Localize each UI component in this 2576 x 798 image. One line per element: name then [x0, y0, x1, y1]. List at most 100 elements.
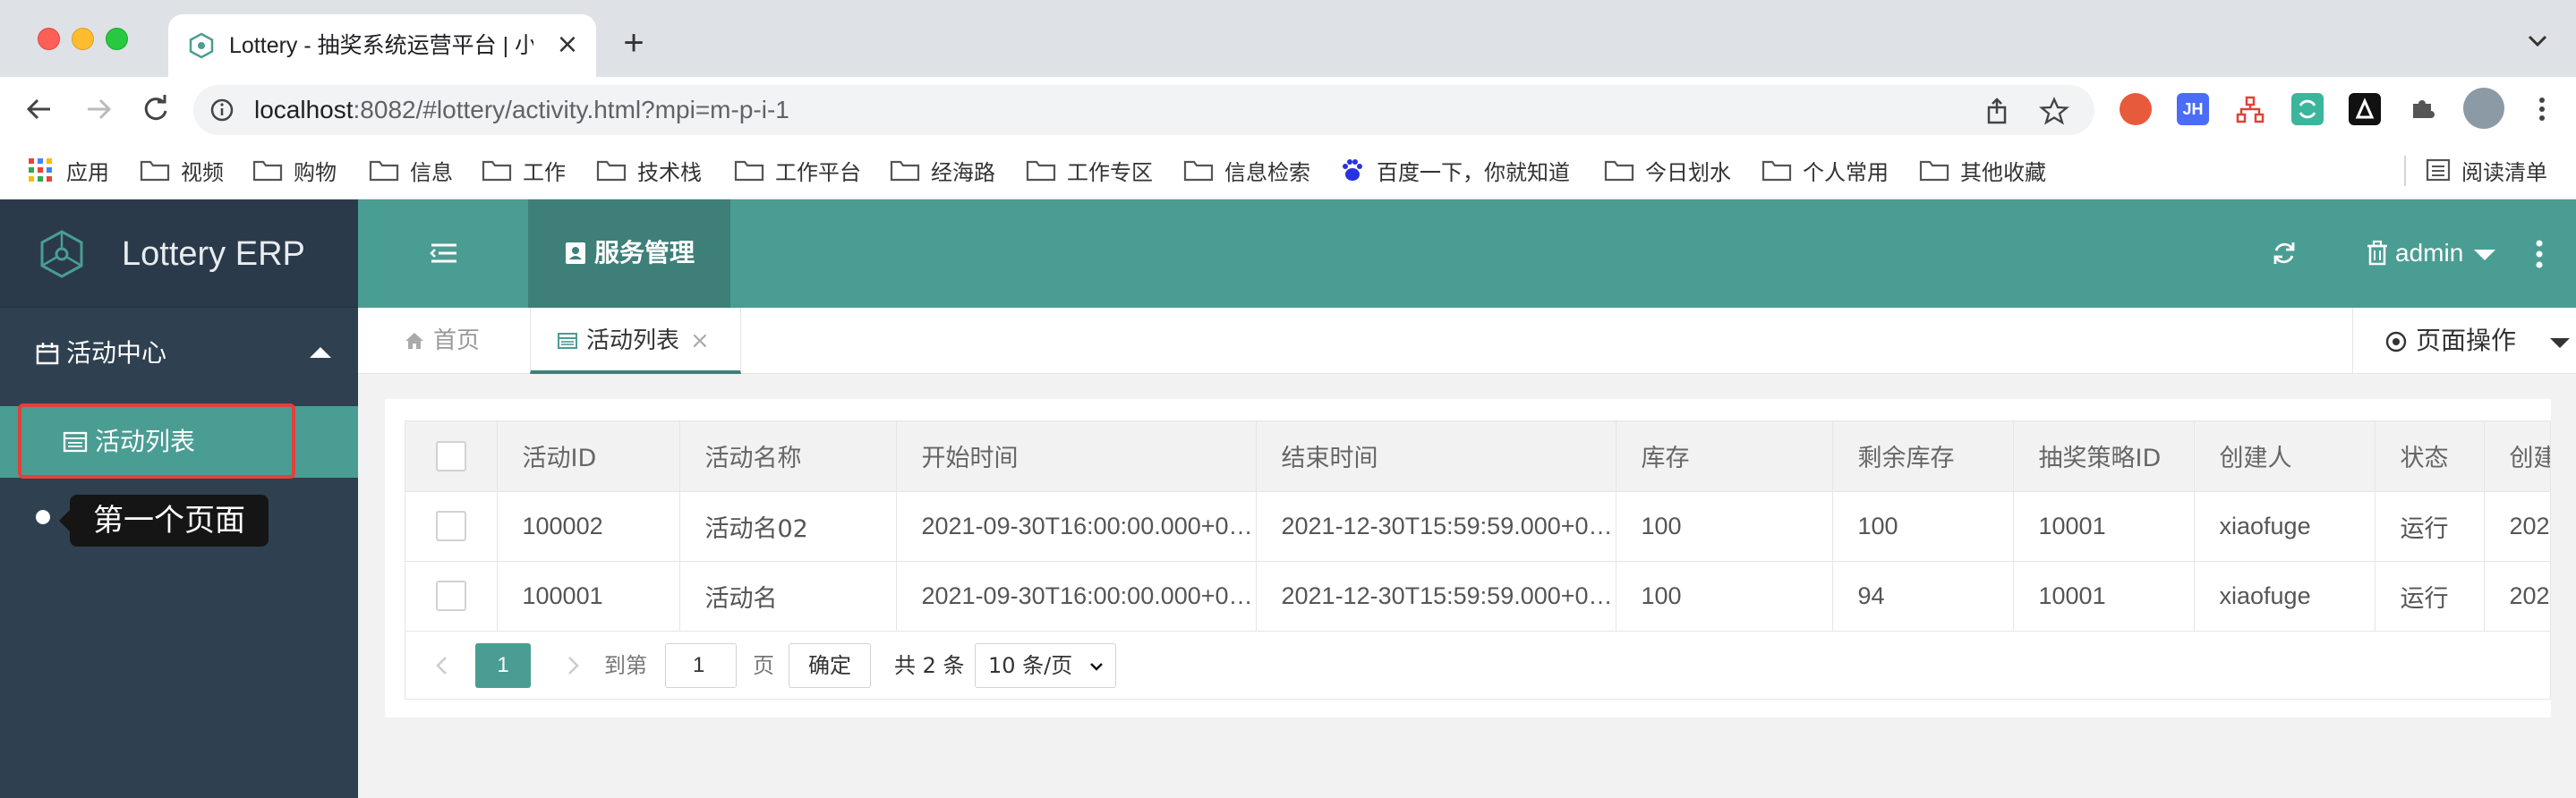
- cell-strategy-id: 10001: [2013, 561, 2195, 632]
- browser-tab[interactable]: Lottery - 抽奖系统运营平台 | 小傅哥 ×: [168, 14, 596, 77]
- column-header[interactable]: 活动ID: [497, 421, 680, 492]
- bookmark-folder[interactable]: 技术栈: [596, 154, 702, 186]
- select-all-checkbox[interactable]: [435, 440, 466, 471]
- chevron-down-icon: [1090, 663, 1103, 671]
- browser-menu-icon[interactable]: [2526, 93, 2558, 125]
- column-header[interactable]: 剩余库存: [1832, 421, 2014, 492]
- bookmark-folder[interactable]: 工作专区: [1026, 154, 1153, 186]
- bookmark-folder[interactable]: 个人常用: [1761, 154, 1889, 186]
- row-checkbox[interactable]: [435, 511, 466, 541]
- bookmark-folder[interactable]: 信息: [369, 154, 453, 186]
- extension-jh-icon[interactable]: JH: [2177, 93, 2209, 125]
- bookmark-folder[interactable]: 工作平台: [734, 154, 861, 186]
- share-icon[interactable]: [1982, 96, 2012, 126]
- bookmark-folder[interactable]: 视频: [140, 154, 224, 186]
- bookmarks-divider: [2404, 156, 2406, 186]
- bookmark-folder[interactable]: 经海路: [890, 154, 995, 186]
- cell-stock-surplus: 100: [1832, 491, 2014, 562]
- tab-close-icon[interactable]: ×: [690, 326, 710, 356]
- cell-activity-id: 100002: [497, 491, 680, 562]
- browser-tab-close-icon[interactable]: ×: [551, 29, 584, 61]
- tab-activity-list[interactable]: 活动列表 ×: [530, 308, 741, 374]
- column-header[interactable]: 库存: [1616, 421, 1833, 492]
- column-header[interactable]: 活动名称: [679, 421, 897, 492]
- bullet-dot: [36, 510, 50, 524]
- site-info-icon[interactable]: [209, 98, 235, 123]
- bookmark-folder[interactable]: 信息检索: [1183, 154, 1310, 186]
- tab-home[interactable]: 首页: [358, 308, 530, 374]
- cell-end-time: 2021-12-30T15:59:59.000+00:00: [1256, 561, 1616, 632]
- column-header[interactable]: 抽奖策略ID: [2013, 421, 2195, 492]
- column-header[interactable]: 创建人: [2194, 421, 2376, 492]
- new-tab-icon[interactable]: +: [616, 25, 652, 61]
- column-header[interactable]: 开始时间: [896, 421, 1257, 492]
- back-arrow-icon[interactable]: [20, 89, 59, 129]
- menu-toggle-icon[interactable]: [430, 241, 458, 266]
- page-tabs-bar: 首页 活动列表 × 页面操作: [358, 308, 2576, 374]
- forward-arrow-icon[interactable]: [79, 89, 118, 129]
- header-tab-service-management[interactable]: 服务管理: [528, 200, 730, 308]
- column-header[interactable]: 状态: [2375, 421, 2485, 492]
- next-page-icon[interactable]: [561, 654, 584, 677]
- cell-stock: 100: [1616, 561, 1833, 632]
- goto-page-input[interactable]: 1: [665, 643, 737, 688]
- bookmark-label: 经海路: [931, 159, 995, 185]
- bookmark-label: 个人常用: [1803, 159, 1889, 185]
- content-card: 活动ID 活动名称 开始时间 结束时间 库存 剩余库存 抽奖策略ID 创建人 状…: [385, 399, 2551, 717]
- sidebar-group-activity-center[interactable]: 活动中心: [0, 308, 358, 397]
- folder-icon: [369, 160, 399, 182]
- more-vertical-icon[interactable]: [2535, 239, 2544, 269]
- user-menu-caret-icon: [2474, 250, 2495, 260]
- bookmark-folder[interactable]: 购物: [252, 154, 337, 186]
- folder-icon: [252, 160, 283, 182]
- bookmark-label: 工作: [523, 159, 566, 185]
- row-checkbox[interactable]: [435, 581, 466, 611]
- prev-page-icon[interactable]: [431, 654, 454, 677]
- table-row[interactable]: 100001 活动名 2021-09-30T16:00:00.000+00:00…: [405, 561, 2550, 632]
- table-row[interactable]: 100002 活动名02 2021-09-30T16:00:00.000+00:…: [405, 491, 2550, 562]
- browser-tab-strip: Lottery - 抽奖系统运营平台 | 小傅哥 × +: [0, 0, 2576, 77]
- bookmark-folder[interactable]: 工作: [482, 154, 566, 186]
- cell-stock: 100: [1616, 491, 1833, 562]
- sidebar-logo[interactable]: Lottery ERP: [0, 200, 358, 308]
- reading-list[interactable]: 阅读清单: [2426, 154, 2547, 186]
- user-menu[interactable]: admin: [2395, 237, 2463, 269]
- extensions-puzzle-icon[interactable]: [2406, 93, 2438, 125]
- tab-search-chevron-icon[interactable]: [2524, 27, 2551, 54]
- bookmark-apps[interactable]: 应用: [25, 154, 109, 186]
- address-bar[interactable]: localhost:8082/#lottery/activity.html?mp…: [193, 85, 2094, 135]
- url-host: localhost: [254, 96, 354, 123]
- zoom-window-button[interactable]: [106, 28, 128, 50]
- bookmark-star-icon[interactable]: [2039, 96, 2069, 126]
- folder-icon: [734, 160, 764, 182]
- cell-create-time: 2021-10-01: [2484, 491, 2550, 562]
- page-size-select[interactable]: 10 条/页: [975, 643, 1116, 688]
- reload-icon[interactable]: [136, 89, 175, 129]
- extension-sync-icon[interactable]: [2291, 93, 2324, 125]
- bookmark-folder[interactable]: 今日划水: [1604, 154, 1731, 186]
- extension-avatar-icon[interactable]: [2120, 93, 2152, 125]
- sidebar: Lottery ERP 活动中心 活动列表 第一个页面: [0, 200, 358, 798]
- extension-notion-icon[interactable]: [2349, 93, 2381, 125]
- column-header[interactable]: 结束时间: [1256, 421, 1616, 492]
- sidebar-item-activity-list[interactable]: 活动列表: [0, 403, 358, 479]
- favicon-icon: [189, 32, 214, 59]
- refresh-icon[interactable]: [2270, 239, 2299, 267]
- url-path: :8082/#lottery/activity.html?mpi=m-p-i-1: [353, 96, 789, 123]
- close-window-button[interactable]: [38, 28, 60, 50]
- trash-icon[interactable]: [2363, 239, 2392, 267]
- bookmark-label: 工作专区: [1067, 159, 1153, 185]
- bookmark-folder[interactable]: 其他收藏: [1919, 154, 2046, 186]
- column-header[interactable]: 创建时间: [2484, 421, 2550, 492]
- bookmark-baidu[interactable]: 百度一下，你就知道: [1339, 154, 1570, 186]
- minimize-window-button[interactable]: [72, 28, 94, 50]
- app-root: Lottery ERP 活动中心 活动列表 第一个页面 服务管理 admin 首…: [0, 200, 2576, 798]
- current-page-button[interactable]: 1: [475, 643, 531, 688]
- browser-toolbar: localhost:8082/#lottery/activity.html?mp…: [0, 77, 2576, 143]
- page-operations-dropdown[interactable]: 页面操作: [2352, 308, 2576, 374]
- confirm-button[interactable]: 确定: [789, 643, 871, 688]
- profile-avatar-icon[interactable]: [2463, 88, 2504, 129]
- extension-sitemap-icon[interactable]: [2234, 93, 2266, 125]
- calendar-icon: [36, 343, 59, 365]
- cell-creator: xiaofuge: [2194, 491, 2376, 562]
